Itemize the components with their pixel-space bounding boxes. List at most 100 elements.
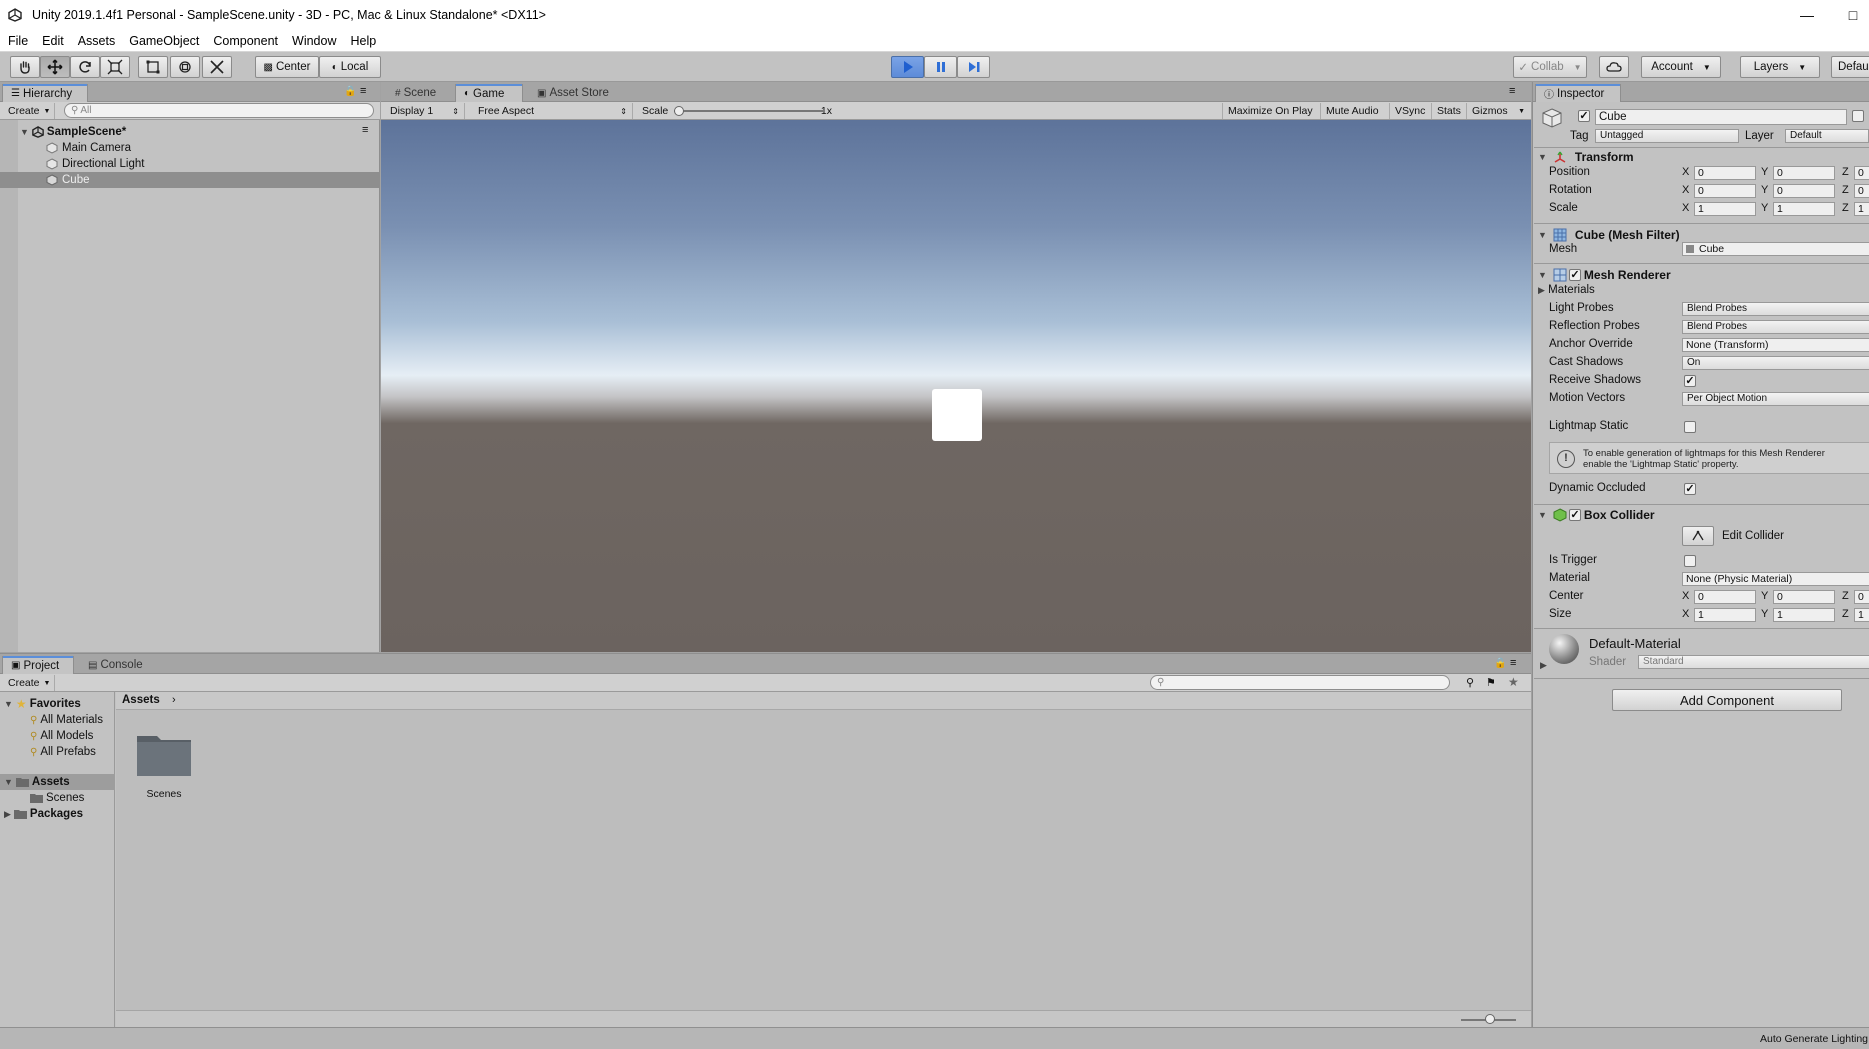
motion-vectors-dropdown[interactable]: Per Object Motion [1682, 392, 1869, 406]
active-checkbox[interactable]: ✓ [1578, 110, 1590, 122]
rect-tool-button[interactable] [138, 56, 168, 78]
center-x-field[interactable]: 0 [1694, 590, 1756, 604]
collab-dropdown[interactable]: ✓ Collab ▼ [1513, 56, 1587, 78]
tree-scenes-folder[interactable]: Scenes [0, 790, 115, 806]
minimize-button[interactable]: — [1784, 0, 1830, 30]
hierarchy-item-cube[interactable]: Cube [0, 172, 379, 188]
pivot-center-toggle[interactable]: ▩ Center [255, 56, 319, 78]
add-component-button[interactable]: Add Component [1612, 689, 1842, 711]
tree-favorite-item[interactable]: ⚲ All Prefabs [0, 744, 115, 760]
scene-row[interactable]: ▼ SampleScene* ≡ [0, 124, 379, 140]
dynamic-occluded-checkbox[interactable]: ✓ [1684, 483, 1696, 495]
is-trigger-checkbox[interactable] [1684, 555, 1696, 567]
tree-favorite-item[interactable]: ⚲ All Materials [0, 712, 115, 728]
rotate-tool-button[interactable] [70, 56, 100, 78]
tree-assets[interactable]: ▼ Assets [0, 774, 115, 790]
tree-favorites[interactable]: ▼ ★ Favorites [0, 696, 115, 712]
layer-dropdown[interactable]: Default [1785, 129, 1869, 143]
hierarchy-item-directional-light[interactable]: Directional Light [0, 156, 379, 172]
rotation-z-field[interactable]: 0 [1854, 184, 1869, 198]
tab-game[interactable]: ◐ Game [455, 84, 523, 102]
pivot-local-toggle[interactable]: ◐ Local [319, 56, 381, 78]
tab-hierarchy[interactable]: ☰ Hierarchy [2, 84, 88, 102]
panel-menu-icon[interactable]: ≡ [1509, 85, 1515, 97]
project-create-dropdown[interactable]: Create ▼ [3, 675, 55, 691]
mesh-renderer-header[interactable]: ▼ ✓ Mesh Renderer [1538, 266, 1869, 284]
filter-by-type-icon[interactable]: ⚲ [1466, 676, 1474, 689]
expand-triangle-icon[interactable]: ▼ [4, 777, 13, 787]
mesh-field[interactable]: Cube [1682, 242, 1869, 256]
reflection-probes-dropdown[interactable]: Blend Probes [1682, 320, 1869, 334]
menu-component[interactable]: Component [206, 34, 285, 48]
size-z-field[interactable]: 1 [1854, 608, 1869, 622]
tab-console[interactable]: ▤ Console [80, 656, 151, 674]
static-checkbox[interactable] [1852, 110, 1864, 122]
menu-assets[interactable]: Assets [71, 34, 123, 48]
panel-menu-icon[interactable]: ≡ [1510, 657, 1516, 669]
scene-menu-icon[interactable]: ≡ [362, 124, 368, 136]
mesh-renderer-enabled-checkbox[interactable]: ✓ [1568, 269, 1581, 281]
anchor-override-field[interactable]: None (Transform) [1682, 338, 1869, 352]
cast-shadows-dropdown[interactable]: On [1682, 356, 1869, 370]
tree-packages[interactable]: ▶ Packages [0, 806, 115, 822]
stats-toggle[interactable]: Stats [1431, 103, 1466, 119]
box-collider-enabled-checkbox[interactable]: ✓ [1568, 509, 1581, 521]
layers-dropdown[interactable]: Layers ▼ [1740, 56, 1820, 78]
hierarchy-create-dropdown[interactable]: Create ▼ [3, 103, 55, 119]
pause-button[interactable] [924, 56, 957, 78]
object-name-field[interactable]: Cube [1595, 109, 1847, 125]
rotation-x-field[interactable]: 0 [1694, 184, 1756, 198]
play-button[interactable] [891, 56, 924, 78]
light-probes-dropdown[interactable]: Blend Probes [1682, 302, 1869, 316]
shader-dropdown[interactable]: Standard [1638, 655, 1869, 669]
collapse-triangle-icon[interactable]: ▼ [1538, 510, 1547, 520]
receive-shadows-checkbox[interactable]: ✓ [1684, 375, 1696, 387]
materials-foldout[interactable]: ▶ Materials [1538, 284, 1595, 296]
position-y-field[interactable]: 0 [1773, 166, 1835, 180]
hand-tool-button[interactable] [10, 56, 40, 78]
tree-favorite-item[interactable]: ⚲ All Models [0, 728, 115, 744]
physic-material-field[interactable]: None (Physic Material) [1682, 572, 1869, 586]
account-dropdown[interactable]: Account ▼ [1641, 56, 1721, 78]
scale-tool-button[interactable] [100, 56, 130, 78]
rotation-y-field[interactable]: 0 [1773, 184, 1835, 198]
layout-dropdown[interactable]: Defau [1831, 56, 1869, 78]
scale-y-field[interactable]: 1 [1773, 202, 1835, 216]
aspect-dropdown[interactable]: Free Aspect ⇕ [473, 103, 633, 119]
hierarchy-item-main-camera[interactable]: Main Camera [0, 140, 379, 156]
menu-help[interactable]: Help [343, 34, 383, 48]
filter-by-label-icon[interactable]: ⚑ [1486, 676, 1496, 689]
move-tool-button[interactable] [40, 56, 70, 78]
box-collider-header[interactable]: ▼ ✓ Box Collider [1538, 506, 1869, 524]
vsync-toggle[interactable]: VSync [1389, 103, 1430, 119]
expand-triangle-icon[interactable]: ▶ [4, 809, 11, 820]
display-dropdown[interactable]: Display 1 ⇕ [385, 103, 465, 119]
scale-slider-thumb[interactable] [674, 106, 685, 116]
expand-triangle-icon[interactable]: ▼ [20, 127, 29, 137]
tag-dropdown[interactable]: Untagged [1595, 129, 1739, 143]
center-y-field[interactable]: 0 [1773, 590, 1835, 604]
menu-gameobject[interactable]: GameObject [122, 34, 206, 48]
asset-item-scenes[interactable]: Scenes [134, 732, 194, 802]
tab-scene[interactable]: # Scene [387, 84, 444, 102]
tab-asset-store[interactable]: ▣ Asset Store [529, 84, 617, 102]
collapse-triangle-icon[interactable]: ▼ [1538, 230, 1547, 240]
custom-tool-button[interactable] [202, 56, 232, 78]
cloud-button[interactable] [1599, 56, 1629, 78]
favorite-star-icon[interactable]: ★ [1508, 675, 1519, 689]
menu-window[interactable]: Window [285, 34, 343, 48]
center-z-field[interactable]: 0 [1854, 590, 1869, 604]
scale-x-field[interactable]: 1 [1694, 202, 1756, 216]
expand-triangle-icon[interactable]: ▶ [1540, 660, 1547, 671]
panel-menu-icon[interactable]: ≡ [360, 85, 366, 97]
maximize-on-play-toggle[interactable]: Maximize On Play [1222, 103, 1318, 119]
lock-icon[interactable]: 🔒 [1494, 658, 1506, 669]
transform-tool-button[interactable] [170, 56, 200, 78]
size-y-field[interactable]: 1 [1773, 608, 1835, 622]
tab-project[interactable]: ▣ Project [2, 656, 74, 674]
menu-file[interactable]: File [0, 34, 35, 48]
game-viewport[interactable] [381, 120, 1531, 652]
mute-audio-toggle[interactable]: Mute Audio [1320, 103, 1384, 119]
hierarchy-search-input[interactable]: ⚲ All [64, 103, 374, 118]
scale-z-field[interactable]: 1 [1854, 202, 1869, 216]
